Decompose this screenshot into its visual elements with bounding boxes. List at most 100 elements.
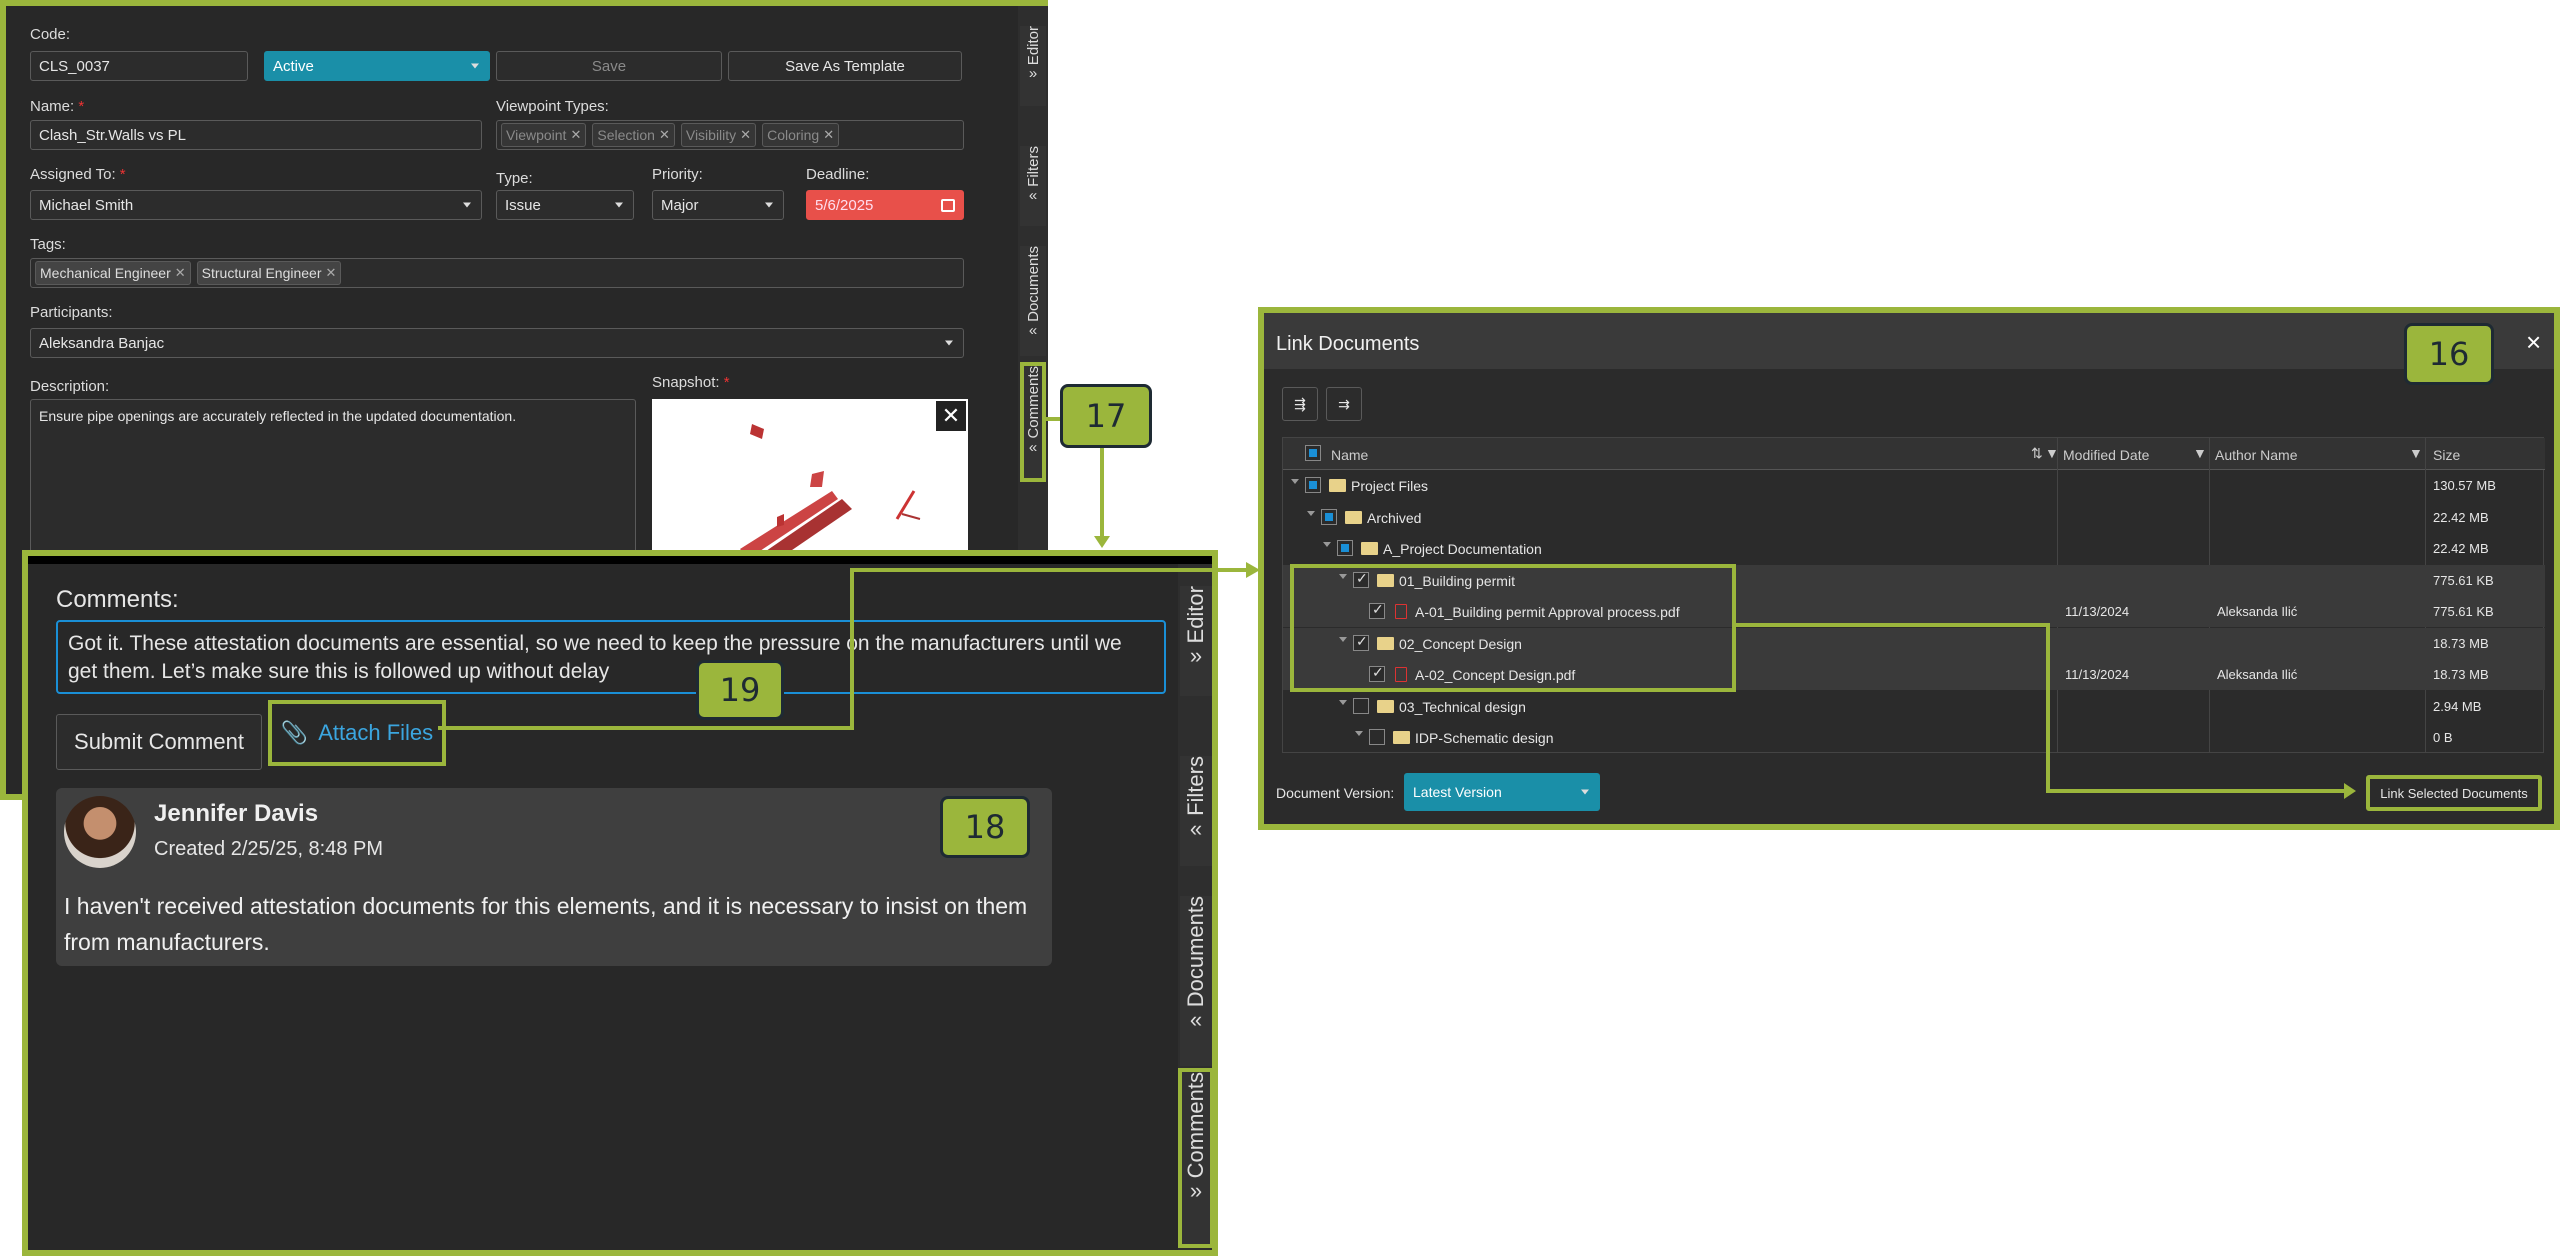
connector-line (2046, 789, 2348, 793)
row-name: IDP-Schematic design (1415, 730, 1554, 746)
snapshot-image[interactable]: ✕ (652, 399, 968, 574)
viewpoint-chip: Viewpoint ✕ (501, 123, 587, 147)
tab-filters[interactable]: Filters « (1180, 756, 1212, 866)
tag-chip: Mechanical Engineer ✕ (35, 261, 191, 285)
row-checkbox[interactable] (1305, 477, 1321, 493)
chevron-down-icon (765, 202, 773, 208)
row-name: Archived (1367, 509, 1422, 526)
select-all-checkbox[interactable] (1305, 445, 1321, 461)
callout-18: 18 (940, 796, 1030, 858)
tab-comments[interactable]: Comments» (1178, 1068, 1214, 1248)
col-author[interactable]: Author Name (2215, 447, 2297, 463)
col-modified[interactable]: Modified Date (2063, 447, 2149, 463)
name-input[interactable]: Clash_Str.Walls vs PL (30, 120, 482, 150)
close-icon[interactable]: × (2526, 327, 2541, 358)
col-name[interactable]: Name (1331, 447, 1368, 463)
comments-panel: Comments: Got it. These attestation docu… (22, 550, 1218, 1256)
version-label: Document Version: (1276, 785, 1395, 801)
comments-heading: Comments: (56, 586, 179, 613)
expand-toggle-icon[interactable] (1323, 542, 1331, 547)
row-size: 18.73 MB (2433, 635, 2489, 651)
table-row[interactable]: 03_Technical design 2.94 MB (1283, 691, 2545, 722)
row-name: A_Project Documentation (1383, 541, 1542, 557)
tab-comments[interactable]: Comments « (1020, 362, 1046, 482)
submit-comment-button[interactable]: Submit Comment (56, 714, 262, 770)
comment-timestamp: Created 2/25/25, 8:48 PM (154, 838, 384, 860)
collapse-all-icon[interactable]: ⇉ (1326, 387, 1362, 421)
table-header: Name ⇅ ▼ Modified Date ▼ Author Name ▼ S… (1283, 438, 2545, 470)
arrow-head (1094, 536, 1110, 548)
tab-editor[interactable]: Editor» (1020, 26, 1046, 106)
col-size[interactable]: Size (2433, 447, 2460, 463)
tab-editor[interactable]: Editor» (1180, 586, 1212, 696)
comment-textarea[interactable]: Got it. These attestation documents are … (56, 620, 1166, 694)
tags-field[interactable]: Mechanical Engineer ✕ Structural Engineer… (30, 258, 964, 288)
link-selected-documents-button[interactable]: Link Selected Documents (2366, 775, 2542, 811)
participants-select[interactable]: Aleksandra Banjac (30, 328, 964, 358)
deadline-input[interactable]: 5/6/2025 (806, 190, 964, 220)
calendar-icon[interactable] (941, 199, 955, 212)
priority-select[interactable]: Major (652, 190, 784, 220)
name-label: Name: * (30, 98, 85, 115)
attach-files-button[interactable]: 📎 Attach Files (268, 700, 446, 766)
expand-toggle-icon[interactable] (1307, 510, 1315, 516)
viewpoint-types-field[interactable]: Viewpoint ✕ Selection ✕ Visibility ✕ Colori… (496, 120, 964, 150)
close-snapshot-icon[interactable]: ✕ (936, 401, 966, 431)
visibility-chip: Visibility ✕ (680, 123, 757, 147)
row-size: 130.57 MB (2433, 478, 2496, 493)
comment-card: Jennifer Davis Created 2/25/25, 8:48 PM … (56, 788, 1052, 966)
assigned-label: Assigned To: * (30, 166, 126, 183)
row-checkbox[interactable] (1353, 697, 1369, 714)
tab-filters[interactable]: Filters « (1020, 146, 1046, 226)
code-input[interactable]: CLS_0037 (30, 51, 248, 81)
avatar (64, 796, 136, 868)
callout-16: 16 (2404, 323, 2494, 385)
remove-icon[interactable]: ✕ (175, 265, 186, 281)
expand-toggle-icon[interactable] (1355, 731, 1363, 736)
row-size: 0 B (2433, 730, 2453, 745)
save-as-template-button[interactable]: Save As Template (728, 51, 962, 81)
type-select[interactable]: Issue (496, 190, 634, 220)
save-button[interactable]: Save (496, 51, 722, 81)
row-size: 18.73 MB (2433, 667, 2489, 682)
selection-highlight (1290, 564, 1736, 692)
description-textarea[interactable]: Ensure pipe openings are accurately refl… (30, 399, 636, 559)
chevron-down-icon (463, 202, 471, 208)
table-row[interactable]: IDP-Schematic design 0 B (1283, 722, 2545, 753)
connector-line (1100, 446, 1104, 540)
sort-icon[interactable]: ⇅ (2031, 445, 2043, 462)
filter-icon[interactable]: ▼ (2409, 445, 2423, 461)
expand-toggle-icon[interactable] (1291, 479, 1299, 484)
row-modified: 11/13/2024 (2065, 667, 2130, 682)
version-select[interactable]: Latest Version (1404, 773, 1600, 811)
row-checkbox[interactable] (1337, 540, 1353, 556)
connector-line (1736, 623, 2048, 627)
tags-label: Tags: (30, 236, 66, 253)
chevron-down-icon (945, 340, 953, 346)
row-checkbox[interactable] (1321, 508, 1337, 525)
code-label: Code: (30, 26, 71, 43)
row-modified: 11/13/2024 (2065, 604, 2130, 619)
row-size: 22.42 MB (2433, 509, 2489, 525)
tab-documents[interactable]: Documents « (1180, 896, 1212, 1066)
filter-icon[interactable]: ▼ (2193, 445, 2207, 461)
expand-all-icon[interactable]: ⇶ (1282, 387, 1318, 421)
priority-label: Priority: (652, 166, 703, 183)
connector-line (850, 568, 854, 730)
type-label: Type: (496, 170, 533, 187)
description-label: Description: (30, 378, 110, 395)
snapshot-3d-model (740, 424, 921, 574)
tab-documents[interactable]: Documents « (1020, 246, 1046, 356)
expand-toggle-icon[interactable] (1339, 699, 1347, 705)
row-checkbox[interactable] (1369, 729, 1385, 745)
table-row[interactable]: A_Project Documentation 22.42 MB (1283, 533, 2545, 564)
row-size: 22.42 MB (2433, 541, 2489, 556)
table-row[interactable]: Archived 22.42 MB (1283, 502, 2545, 533)
table-row[interactable]: Project Files 130.57 MB (1283, 470, 2545, 501)
comment-author: Jennifer Davis (154, 800, 319, 827)
remove-icon[interactable]: ✕ (326, 265, 337, 281)
status-select[interactable]: Active (264, 51, 490, 81)
folder-icon (1377, 699, 1394, 713)
folder-icon (1361, 542, 1378, 555)
assigned-to-select[interactable]: Michael Smith (30, 190, 482, 220)
